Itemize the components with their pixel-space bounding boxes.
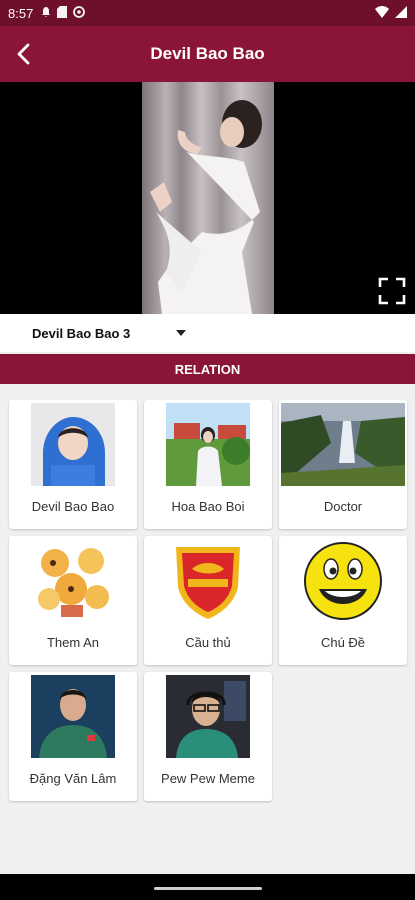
app-bar: Devil Bao Bao — [0, 26, 415, 82]
notification-icon — [41, 6, 51, 21]
vpn-icon — [73, 5, 86, 21]
dropdown-arrow-icon — [176, 328, 187, 339]
video-selector-dropdown[interactable]: Devil Bao Bao 3 — [0, 314, 415, 352]
relation-card-them-an[interactable]: Them An — [9, 536, 137, 665]
relation-thumbnail — [301, 539, 385, 622]
relation-label: Hoa Bao Boi — [171, 499, 245, 514]
video-frame — [142, 82, 274, 314]
video-thumbnail — [150, 100, 262, 314]
fullscreen-icon — [378, 277, 406, 305]
wifi-icon — [375, 5, 389, 21]
relation-card-pew-pew-meme[interactable]: Pew Pew Meme — [144, 672, 272, 801]
relation-header: RELATION — [0, 354, 415, 384]
status-right — [375, 5, 407, 21]
relation-thumbnail — [31, 403, 115, 486]
relation-thumbnail — [281, 403, 405, 486]
relation-title: RELATION — [174, 361, 241, 377]
relation-thumbnail — [166, 675, 250, 758]
sd-card-icon — [57, 5, 68, 21]
video-player[interactable] — [0, 82, 415, 314]
relation-label: Doctor — [323, 499, 363, 514]
signal-icon — [395, 5, 407, 21]
status-time: 8:57 — [8, 5, 34, 21]
home-gesture-handle[interactable] — [154, 887, 262, 890]
page-title: Devil Bao Bao — [150, 44, 265, 63]
relation-card-devil-bao-bao[interactable]: Devil Bao Bao — [9, 400, 137, 529]
system-nav-bar — [0, 874, 415, 900]
video-selector-value: Devil Bao Bao 3 — [32, 325, 131, 341]
relation-thumbnail — [31, 675, 115, 758]
relation-label: Chú Đề — [320, 635, 366, 650]
relation-label: Đặng Văn Lâm — [29, 771, 117, 786]
relation-label: Pew Pew Meme — [161, 771, 255, 786]
relation-thumbnail — [166, 403, 250, 486]
relation-thumbnail — [166, 539, 250, 622]
relation-card-dang-van-lam[interactable]: Đặng Văn Lâm — [9, 672, 137, 801]
back-button[interactable] — [4, 34, 44, 74]
status-bar: 8:57 — [0, 0, 415, 26]
fullscreen-button[interactable] — [377, 276, 407, 306]
relation-label: Them An — [46, 635, 100, 650]
relation-card-chu-de[interactable]: Chú Đề — [279, 536, 407, 665]
relation-label: Devil Bao Bao — [31, 499, 115, 514]
relation-card-doctor[interactable]: Doctor — [279, 400, 407, 529]
relation-thumbnail — [31, 539, 115, 622]
relation-card-hoa-bao-boi[interactable]: Hoa Bao Boi — [144, 400, 272, 529]
arrow-back-icon — [17, 43, 30, 65]
relation-label: Cầu thủ — [185, 635, 231, 650]
relation-card-cau-thu[interactable]: Cầu thủ — [144, 536, 272, 665]
